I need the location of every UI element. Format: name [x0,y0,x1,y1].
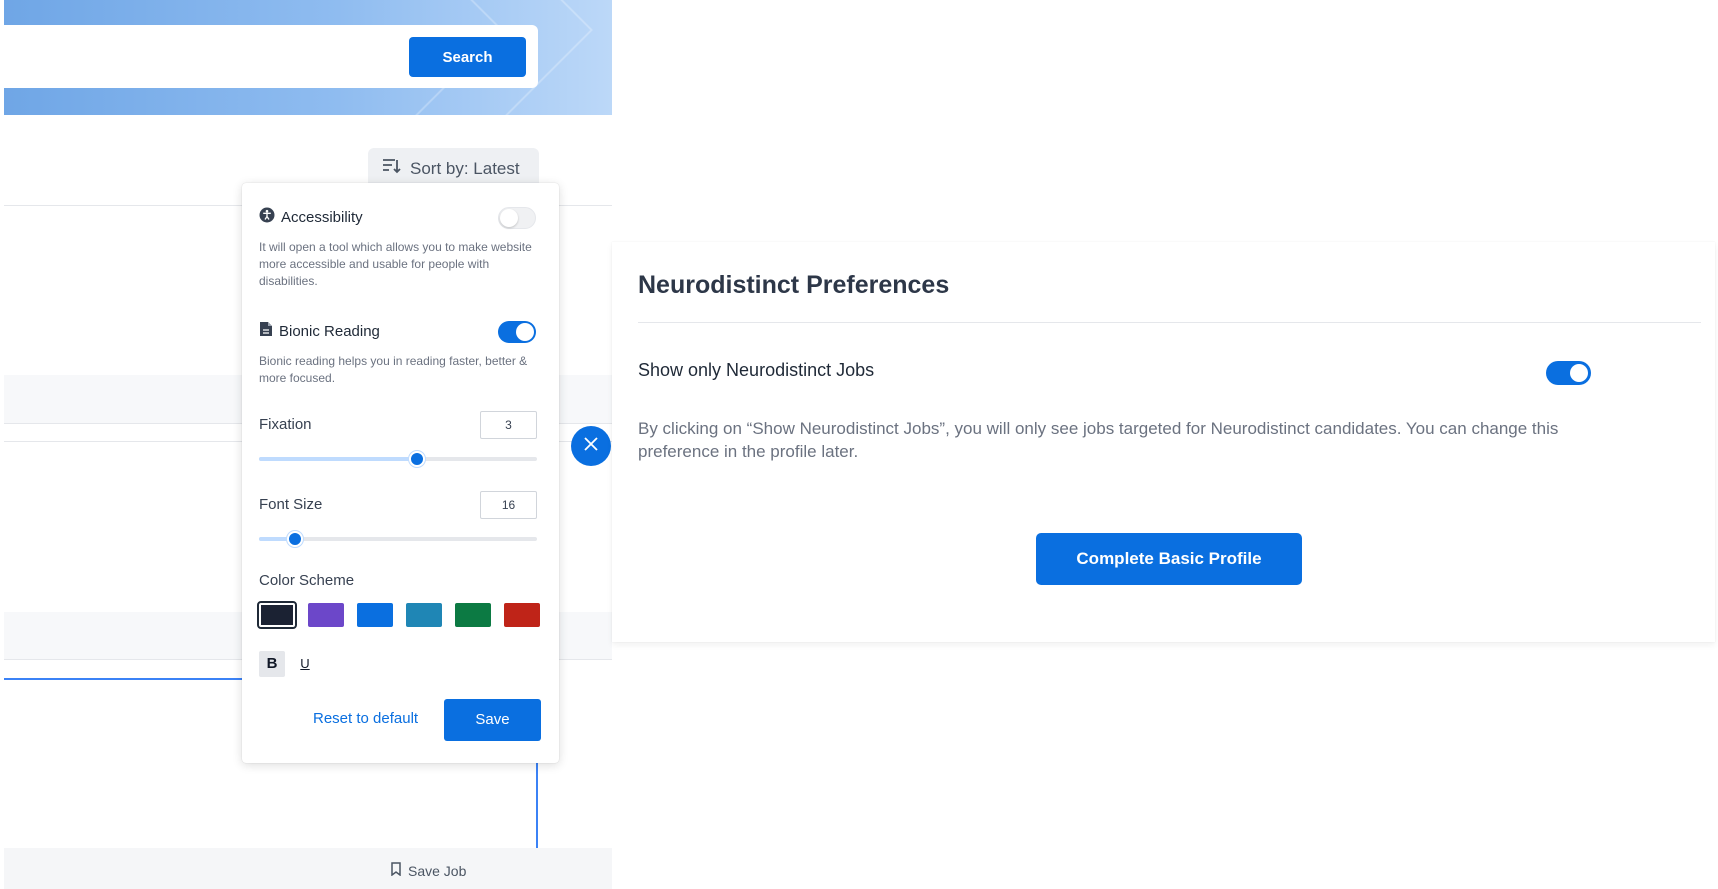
bionic-reading-title: Bionic Reading [279,322,380,340]
color-swatch[interactable] [406,603,442,627]
color-scheme-swatches [257,601,540,629]
divider [638,322,1701,323]
font-size-slider[interactable] [259,531,537,547]
underline-toggle-button[interactable]: U [292,651,318,677]
color-swatch[interactable] [357,603,393,627]
fixation-label: Fixation [259,416,312,433]
font-size-slider-thumb[interactable] [287,531,304,547]
slider-fill [259,457,418,461]
color-scheme-label: Color Scheme [259,572,355,589]
close-icon [583,436,599,457]
bionic-reading-toggle[interactable] [498,321,536,343]
search-button[interactable]: Search [409,37,526,77]
color-swatch[interactable] [455,603,491,627]
sort-label: Sort by: Latest [410,158,520,178]
accessibility-title: Accessibility [281,208,363,226]
toggle-knob [500,209,518,227]
save-job-button[interactable]: Save Job [390,862,466,879]
bold-toggle-button[interactable]: B [259,651,285,677]
neurodistinct-jobs-toggle[interactable] [1546,361,1591,385]
complete-basic-profile-button[interactable]: Complete Basic Profile [1036,533,1302,585]
neurodistinct-toggle-label: Show only Neurodistinct Jobs [638,360,875,380]
font-size-input[interactable]: 16 [480,491,537,519]
sort-icon [382,157,402,180]
neurodistinct-preferences-modal: Neurodistinct Preferences Show only Neur… [612,242,1715,642]
fixation-slider[interactable] [259,451,537,467]
search-hero-banner: Search [4,0,612,115]
save-job-label: Save Job [408,862,467,879]
fixation-slider-thumb[interactable] [409,451,426,467]
reset-to-default-link[interactable]: Reset to default [313,710,418,727]
document-icon [259,321,273,341]
toggle-knob [1570,364,1588,382]
neurodistinct-description: By clicking on “Show Neurodistinct Jobs”… [638,419,1559,461]
color-swatch[interactable] [308,603,344,627]
accessibility-icon [259,207,275,227]
toggle-knob [516,323,534,341]
job-card-footer [4,848,612,889]
bionic-reading-heading: Bionic Reading [259,321,380,341]
color-swatch[interactable] [504,603,540,627]
save-button[interactable]: Save [444,699,541,741]
accessibility-panel: Accessibility It will open a tool which … [242,183,559,763]
modal-title: Neurodistinct Preferences [638,271,950,299]
close-panel-button[interactable] [571,426,611,466]
font-size-label: Font Size [259,496,323,513]
bookmark-icon [390,862,402,879]
accessibility-heading: Accessibility [259,207,363,227]
fixation-input[interactable]: 3 [480,411,537,439]
bionic-reading-description: Bionic reading helps you in reading fast… [259,354,528,385]
search-bar[interactable]: Search [4,25,538,88]
color-swatch[interactable] [257,601,297,629]
accessibility-toggle[interactable] [498,207,536,229]
accessibility-description: It will open a tool which allows you to … [259,240,532,288]
